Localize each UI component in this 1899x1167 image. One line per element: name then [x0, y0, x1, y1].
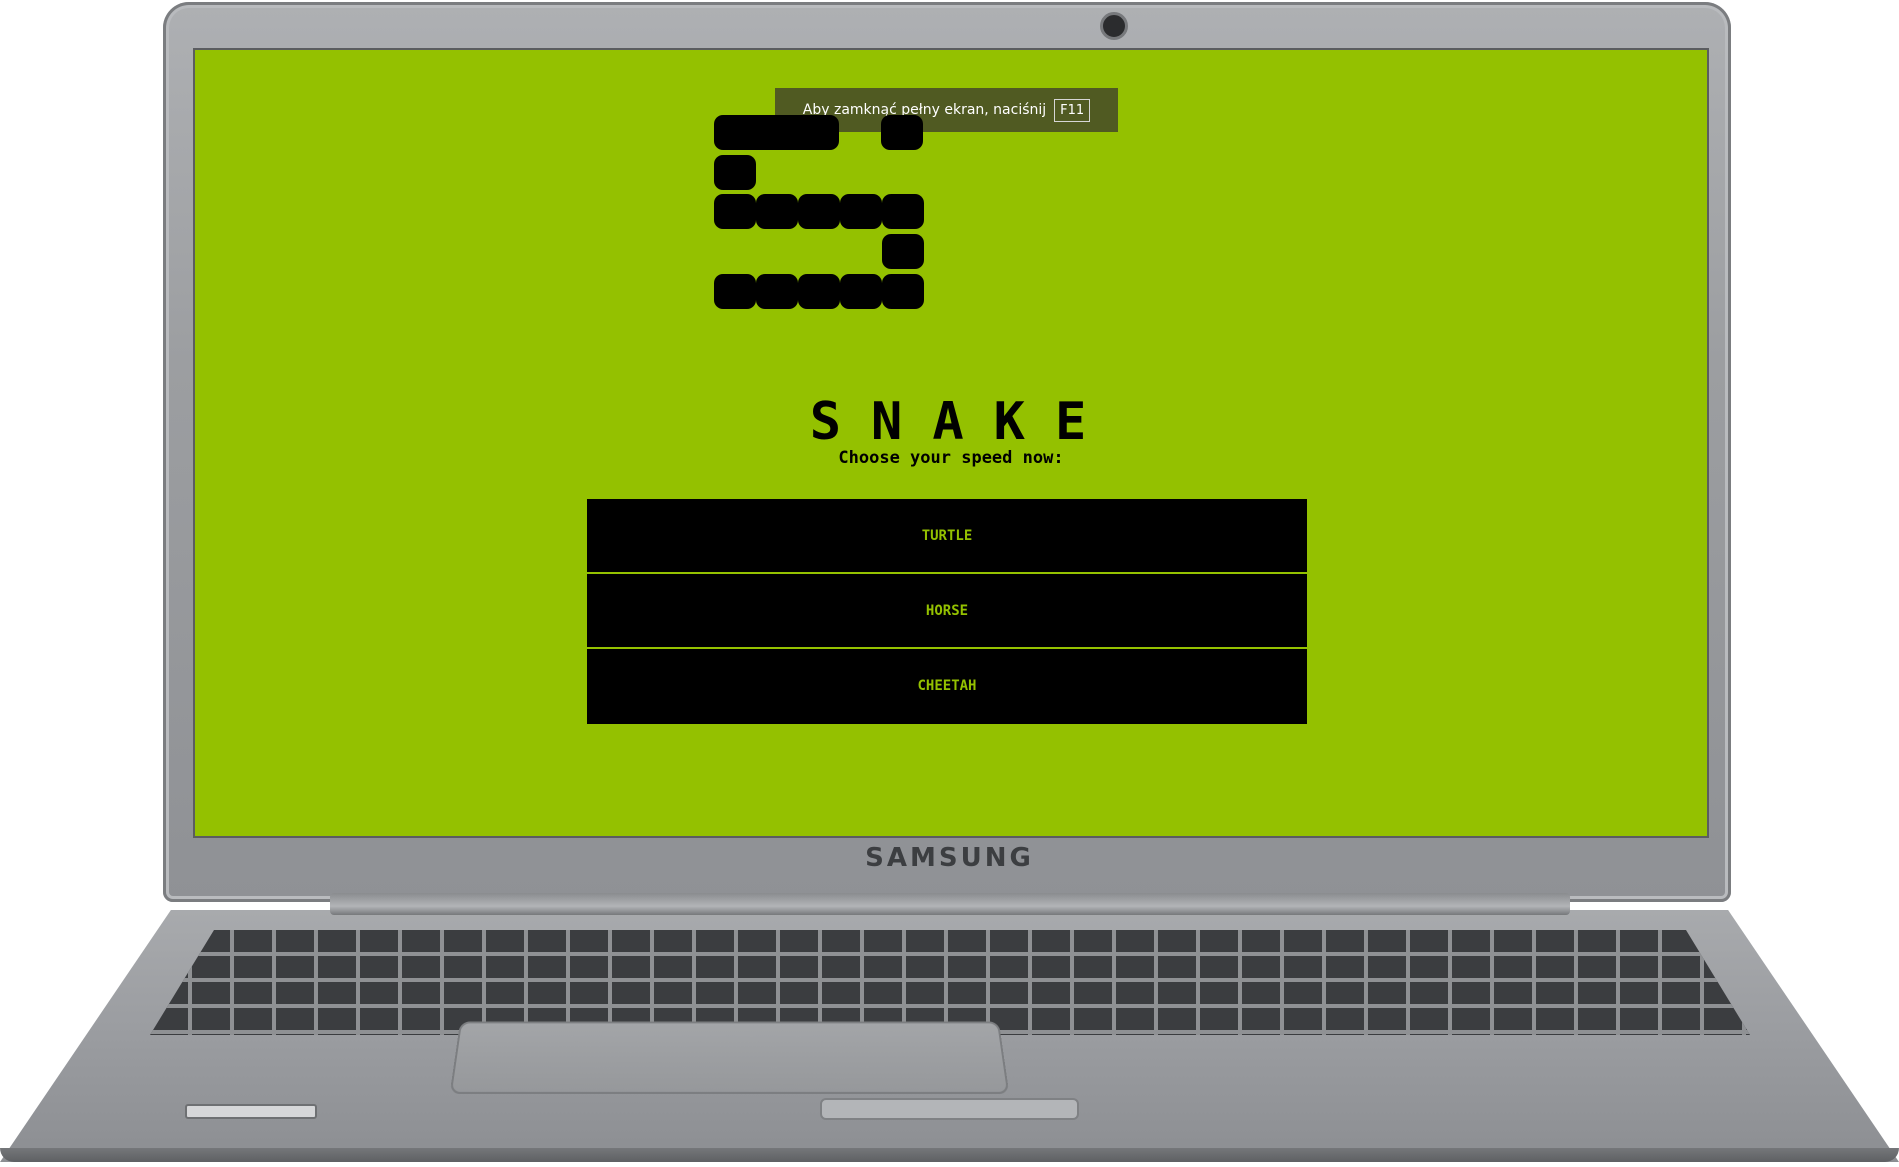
speed-turtle-button[interactable]: TURTLE — [587, 499, 1307, 574]
card-reader-slot — [185, 1104, 317, 1119]
lid-opening-notch — [820, 1098, 1079, 1120]
logo-segment — [756, 274, 798, 309]
logo-segment — [756, 194, 798, 229]
fullscreen-notice-text: Aby zamknąć pełny ekran, naciśnij — [802, 102, 1047, 118]
laptop-hinge — [330, 893, 1570, 915]
speed-menu: TURTLE HORSE CHEETAH — [587, 499, 1307, 724]
logo-segment — [798, 194, 840, 229]
logo-segment — [840, 194, 882, 229]
speed-horse-button[interactable]: HORSE — [587, 574, 1307, 649]
logo-segment — [714, 194, 756, 229]
logo-segment — [882, 194, 924, 229]
webcam-icon — [1100, 12, 1128, 40]
game-title: SNAKE — [809, 392, 1117, 452]
game-screen: Aby zamknąć pełny ekran, naciśnij F11 SN… — [193, 48, 1709, 838]
logo-segment — [881, 115, 923, 150]
laptop-brand-logo: SAMSUNG — [865, 843, 1034, 873]
logo-segment — [714, 155, 756, 190]
touchpad — [449, 1021, 1010, 1094]
fullscreen-key-badge: F11 — [1054, 98, 1091, 122]
laptop-frame: Aby zamknąć pełny ekran, naciśnij F11 SN… — [0, 0, 1899, 1167]
keyboard — [150, 930, 1750, 1035]
logo-segment — [714, 274, 756, 309]
logo-segment — [882, 274, 924, 309]
laptop-front-edge — [0, 1148, 1899, 1162]
logo-segment — [714, 115, 839, 150]
logo-segment — [798, 274, 840, 309]
speed-cheetah-button[interactable]: CHEETAH — [587, 649, 1307, 724]
speed-prompt: Choose your speed now: — [838, 448, 1064, 468]
logo-segment — [882, 234, 924, 269]
logo-segment — [840, 274, 882, 309]
